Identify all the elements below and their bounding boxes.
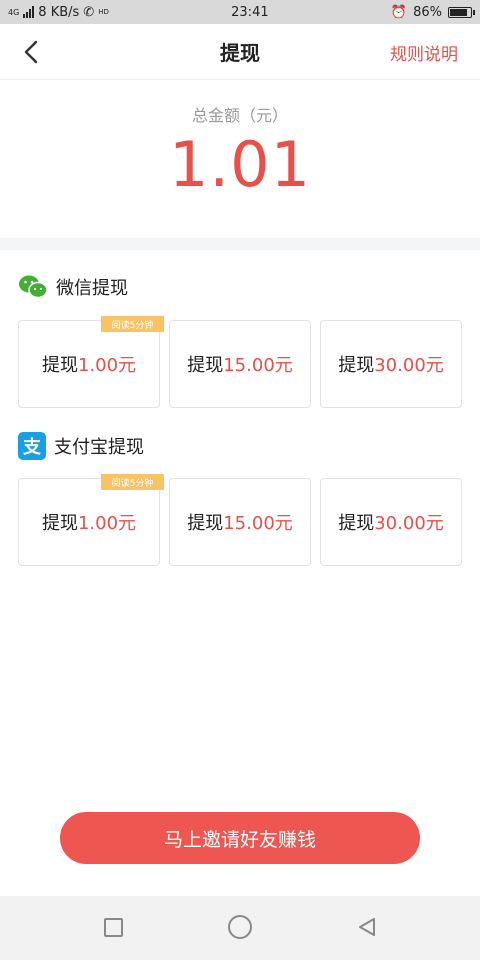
battery-percent: 86% xyxy=(413,4,442,20)
nav-bar: 提现 规则说明 xyxy=(0,24,480,80)
wechat-option-2[interactable]: 提现 15.00元 xyxy=(169,320,311,408)
phone-hd-icon: ✆ xyxy=(83,4,95,20)
wechat-option-1[interactable]: 阅读5分钟 提现 1.00元 xyxy=(18,316,164,408)
status-time: 23:41 xyxy=(231,4,269,20)
rules-link[interactable]: 规则说明 xyxy=(390,40,458,65)
network-speed: 8 KB/s xyxy=(38,4,80,20)
option-amount: 15.00元 xyxy=(223,513,293,534)
balance-panel: 总金额（元） 1.01 xyxy=(0,80,480,238)
chevron-left-icon[interactable] xyxy=(18,38,46,66)
option-amount: 30.00元 xyxy=(374,513,444,534)
alipay-option-1[interactable]: 阅读5分钟 提现 1.00元 xyxy=(18,474,164,566)
option-label: 提现 xyxy=(338,355,375,376)
option-amount: 1.00元 xyxy=(77,513,137,534)
wechat-options: 阅读5分钟 提现 1.00元 提现 15.00元 提现 30.00元 xyxy=(18,316,462,408)
status-right: ⏰ 86% xyxy=(390,4,475,20)
invite-friends-button[interactable]: 马上邀请好友赚钱 xyxy=(60,812,420,864)
system-nav-bar xyxy=(0,896,480,960)
balance-amount: 1.01 xyxy=(168,128,312,201)
alipay-section-header: 支 支付宝提现 xyxy=(18,432,144,460)
option-amount: 1.00元 xyxy=(77,355,137,376)
alipay-option-3[interactable]: 提现 30.00元 xyxy=(320,478,462,566)
option-label: 提现 xyxy=(338,513,375,534)
status-left: 4G 8 KB/s ✆ HD xyxy=(8,5,109,20)
option-label: 提现 xyxy=(41,513,78,534)
alipay-icon: 支 xyxy=(18,432,46,460)
wechat-icon xyxy=(19,275,48,299)
back-triangle-icon[interactable] xyxy=(356,916,378,938)
option-label: 提现 xyxy=(187,513,224,534)
balance-label: 总金额（元） xyxy=(191,106,288,125)
recent-apps-icon[interactable] xyxy=(104,918,123,937)
status-bar: 4G 8 KB/s ✆ HD 23:41 ⏰ 86% xyxy=(0,0,480,24)
wechat-section-title: 微信提现 xyxy=(56,278,128,299)
read-time-badge: 阅读5分钟 xyxy=(101,474,164,490)
option-label: 提现 xyxy=(41,355,78,376)
signal-icon xyxy=(23,6,35,18)
wechat-section-header: 微信提现 xyxy=(18,274,128,300)
alarm-icon: ⏰ xyxy=(390,4,408,20)
hd-label: HD xyxy=(98,8,109,16)
read-time-badge: 阅读5分钟 xyxy=(101,316,164,332)
page-title: 提现 xyxy=(220,41,260,65)
alipay-options: 阅读5分钟 提现 1.00元 提现 15.00元 提现 30.00元 xyxy=(18,474,462,566)
battery-icon xyxy=(447,6,475,18)
option-amount: 30.00元 xyxy=(374,355,444,376)
section-divider xyxy=(0,238,480,250)
alipay-icon-glyph: 支 xyxy=(23,437,41,458)
wechat-option-3[interactable]: 提现 30.00元 xyxy=(320,320,462,408)
alipay-option-2[interactable]: 提现 15.00元 xyxy=(169,478,311,566)
option-amount: 15.00元 xyxy=(223,355,293,376)
option-label: 提现 xyxy=(187,355,224,376)
home-icon[interactable] xyxy=(228,915,252,939)
alipay-section-title: 支付宝提现 xyxy=(54,437,144,458)
network-type: 4G xyxy=(8,7,20,17)
